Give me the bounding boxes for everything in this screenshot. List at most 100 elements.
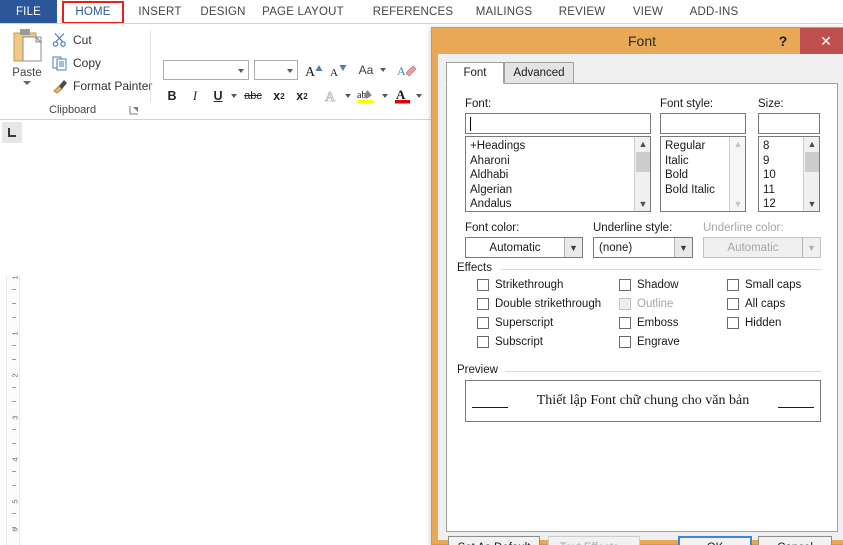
tab-file[interactable]: FILE <box>0 0 57 24</box>
underline-style-dropdown[interactable]: (none) ▼ <box>593 237 693 258</box>
font-name-input[interactable] <box>465 113 651 134</box>
highlight-caret-icon[interactable] <box>382 94 388 98</box>
change-case-button[interactable]: Aa <box>354 60 378 80</box>
font-style-list-scrollbar[interactable]: ▲ ▼ <box>729 137 745 211</box>
scroll-up-icon[interactable]: ▲ <box>635 137 650 151</box>
underline-color-value: Automatic <box>727 241 779 254</box>
underline-caret-icon[interactable] <box>231 94 237 98</box>
list-item[interactable]: Andalus <box>466 197 650 211</box>
font-color-icon[interactable]: A <box>393 86 413 106</box>
scroll-down-icon[interactable]: ▼ <box>635 197 650 211</box>
checkbox-box[interactable] <box>727 279 739 291</box>
subscript-button[interactable]: x2 <box>269 86 289 106</box>
font-list-scrollbar[interactable]: ▲ ▼ <box>634 137 650 211</box>
font-size-list-scrollbar[interactable]: ▲ ▼ <box>803 137 819 211</box>
paste-button[interactable]: Paste <box>4 28 50 98</box>
tab-page-layout[interactable]: PAGE LAYOUT <box>258 0 348 24</box>
font-size-input[interactable] <box>758 113 820 134</box>
tab-font[interactable]: Font <box>446 62 504 84</box>
font-color-dropdown[interactable]: Automatic ▼ <box>465 237 583 258</box>
tab-design[interactable]: DESIGN <box>194 0 252 24</box>
list-item[interactable]: +Headings <box>466 139 650 154</box>
superscript-button[interactable]: x2 <box>292 86 312 106</box>
font-name-caret-icon[interactable] <box>238 69 244 73</box>
font-style-list[interactable]: Regular Italic Bold Bold Italic ▲ ▼ <box>660 136 746 212</box>
font-name-combobox[interactable] <box>163 60 249 80</box>
tab-add-ins[interactable]: ADD-INS <box>684 0 744 24</box>
document-page[interactable] <box>22 120 432 545</box>
checkbox-box[interactable] <box>727 317 739 329</box>
text-highlight-color-icon[interactable]: ab <box>356 86 378 106</box>
checkbox-superscript[interactable]: Superscript <box>477 317 553 329</box>
font-size-list[interactable]: 8 9 10 11 12 ▲ ▼ <box>758 136 820 212</box>
checkbox-all-caps[interactable]: All caps <box>727 298 785 310</box>
tab-references[interactable]: REFERENCES <box>372 0 454 24</box>
italic-button[interactable]: I <box>186 86 204 106</box>
dialog-client-area: Font Advanced Font: Font style: Size: +H… <box>438 54 843 545</box>
cancel-button[interactable]: Cancel <box>758 536 832 545</box>
checkbox-hidden[interactable]: Hidden <box>727 317 781 329</box>
shrink-font-icon[interactable]: A <box>327 60 349 80</box>
text-effects-caret-icon[interactable] <box>345 94 351 98</box>
tab-advanced[interactable]: Advanced <box>504 62 574 84</box>
tab-view[interactable]: VIEW <box>626 0 670 24</box>
checkbox-box[interactable] <box>727 298 739 310</box>
cut-button[interactable]: Cut <box>52 29 92 50</box>
paintbrush-icon <box>52 78 68 94</box>
clear-formatting-icon[interactable]: A <box>396 60 418 80</box>
format-painter-button[interactable]: Format Painter <box>52 75 152 96</box>
tab-insert[interactable]: INSERT <box>132 0 188 24</box>
checkbox-subscript[interactable]: Subscript <box>477 336 543 348</box>
checkbox-box[interactable] <box>477 279 489 291</box>
scrollbar-thumb[interactable] <box>636 152 650 172</box>
tab-mailings[interactable]: MAILINGS <box>470 0 538 24</box>
copy-button[interactable]: Copy <box>52 52 101 73</box>
scroll-down-icon[interactable]: ▼ <box>730 197 745 211</box>
change-case-caret-icon[interactable] <box>380 68 386 72</box>
checkbox-emboss[interactable]: Emboss <box>619 317 679 329</box>
checkbox-small-caps[interactable]: Small caps <box>727 279 801 291</box>
checkbox-engrave[interactable]: Engrave <box>619 336 680 348</box>
close-icon[interactable]: ✕ <box>800 28 843 54</box>
font-size-combobox[interactable] <box>254 60 298 80</box>
font-color-caret-icon[interactable] <box>416 94 422 98</box>
dialog-title-bar[interactable]: Font ? ✕ <box>432 28 843 54</box>
chevron-down-icon[interactable]: ▼ <box>564 238 582 257</box>
text-effects-icon[interactable]: A <box>322 86 342 106</box>
checkbox-box[interactable] <box>477 298 489 310</box>
tab-review[interactable]: REVIEW <box>554 0 610 24</box>
set-as-default-button[interactable]: Set As Default <box>448 536 540 545</box>
grow-font-icon[interactable]: A <box>303 60 325 80</box>
font-size-caret-icon[interactable] <box>287 69 293 73</box>
bold-button[interactable]: B <box>163 86 181 106</box>
checkbox-box[interactable] <box>477 336 489 348</box>
checkbox-double-strikethrough[interactable]: Double strikethrough <box>477 298 601 310</box>
clipboard-dialog-launcher-icon[interactable] <box>128 104 140 116</box>
scroll-up-icon[interactable]: ▲ <box>804 137 819 151</box>
preview-group-divider <box>505 371 821 372</box>
scroll-down-icon[interactable]: ▼ <box>804 197 819 211</box>
scrollbar-thumb[interactable] <box>805 152 819 172</box>
checkbox-box[interactable] <box>619 317 631 329</box>
list-item[interactable]: Aharoni <box>466 154 650 169</box>
checkbox-box[interactable] <box>619 336 631 348</box>
scroll-up-icon[interactable]: ▲ <box>730 137 745 151</box>
checkbox-shadow[interactable]: Shadow <box>619 279 679 291</box>
list-item[interactable]: Algerian <box>466 183 650 198</box>
paste-dropdown-caret-icon[interactable] <box>23 81 31 85</box>
list-item[interactable]: Aldhabi <box>466 168 650 183</box>
font-style-input[interactable] <box>660 113 746 134</box>
vertical-ruler[interactable]: 1 1 2 3 4 5 6 <box>6 275 20 545</box>
help-icon[interactable]: ? <box>774 32 792 50</box>
checkbox-box[interactable] <box>477 317 489 329</box>
chevron-down-icon[interactable]: ▼ <box>674 238 692 257</box>
tab-stop-selector-button[interactable] <box>2 122 23 143</box>
underline-button[interactable]: U <box>209 86 227 106</box>
checkbox-label: Superscript <box>495 317 554 329</box>
checkbox-box[interactable] <box>619 279 631 291</box>
strikethrough-button[interactable]: abc <box>242 86 264 106</box>
checkbox-outline: Outline <box>619 298 673 310</box>
font-list[interactable]: +Headings Aharoni Aldhabi Algerian Andal… <box>465 136 651 212</box>
checkbox-strikethrough[interactable]: Strikethrough <box>477 279 563 291</box>
ok-button[interactable]: OK <box>678 536 752 545</box>
